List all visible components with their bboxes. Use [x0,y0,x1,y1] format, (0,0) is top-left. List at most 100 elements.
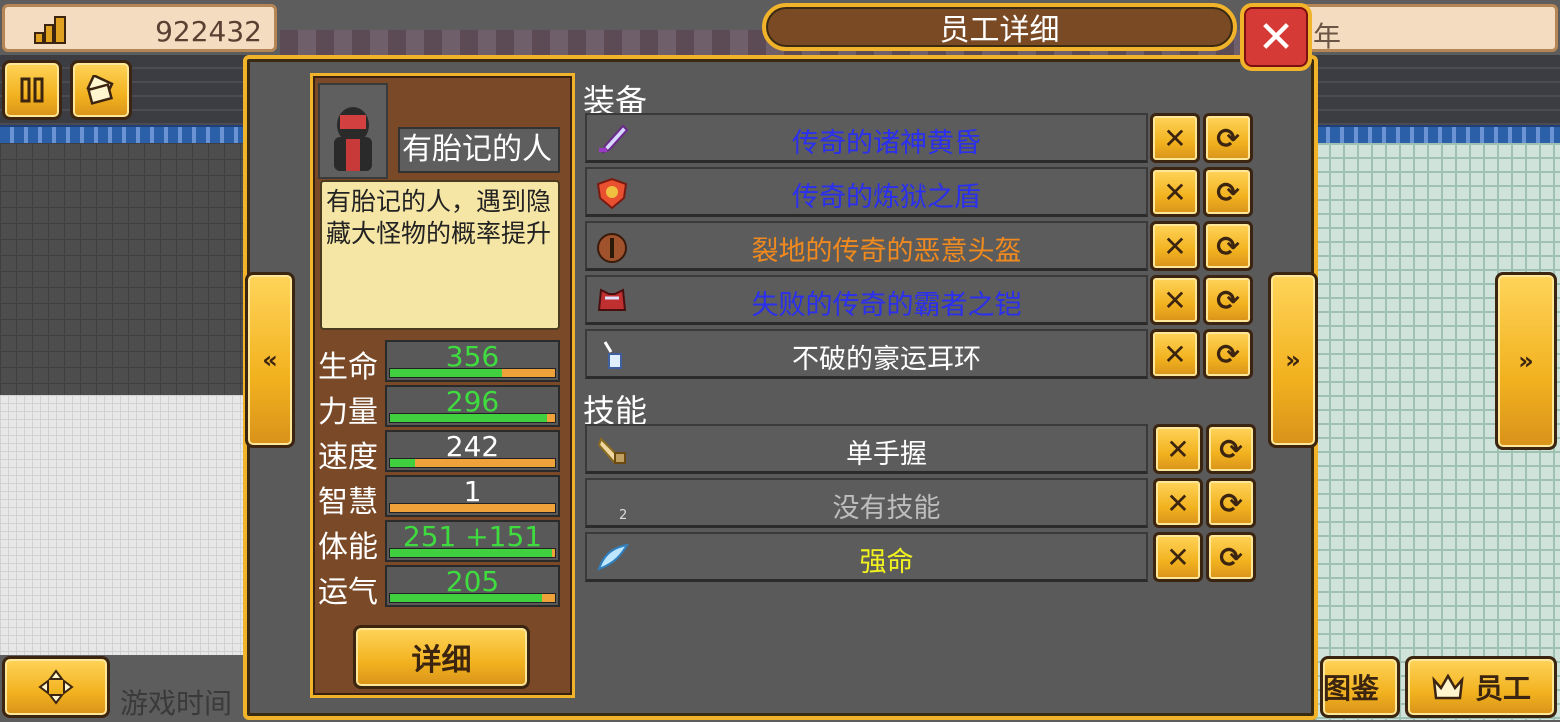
equipment-row-name: 失败的传奇的霸者之铠 [751,290,1022,321]
stat-fill [390,459,415,467]
swap-icon: ⟳ [1219,486,1243,520]
stat-label: 体能 [318,530,378,565]
stat-track [389,368,556,378]
wing-icon [597,543,629,571]
game-time-label: 游戏时间 [120,687,233,720]
equipment-row-name: 传奇的诸神黄昏 [792,128,981,159]
equipment-row-name: 不破的豪运耳环 [792,344,981,375]
equipment-row[interactable]: 传奇的炼狱之盾 [585,167,1148,217]
outer-next-button[interactable]: » [1495,272,1557,450]
hooded-figure-icon [334,107,372,171]
skill-row-name: 单手握 [846,439,927,470]
staff-button[interactable]: 员工 [1405,656,1557,718]
stat-label: 生命 [318,350,378,385]
close-icon: ✕ [1166,540,1190,574]
move-button[interactable] [2,656,110,718]
hand-grip-icon [597,437,626,465]
background-floor [0,143,245,395]
stat-bar: 356 [385,340,560,382]
skill-row[interactable]: 2 没有技能 [585,478,1148,528]
double-chevron-right-icon: » [1518,347,1534,375]
remove-button[interactable]: ✕ [1153,478,1203,528]
swap-icon: ⟳ [1216,175,1240,209]
double-chevron-right-icon: » [1285,346,1301,374]
swap-button[interactable]: ⟳ [1203,275,1253,325]
ticket-button[interactable] [70,60,132,120]
stat-label: 速度 [318,440,378,475]
stat-bar: 251 +151 [385,520,560,562]
armor-icon [597,288,627,311]
building-icon [34,16,66,44]
pause-icon [20,77,44,103]
swap-icon: ⟳ [1216,283,1240,317]
swap-button[interactable]: ⟳ [1203,113,1253,163]
remove-button[interactable]: ✕ [1150,167,1200,217]
equipment-row[interactable]: 裂地的传奇的恶意头盔 [585,221,1148,271]
stat-label: 运气 [318,575,378,610]
swap-button[interactable]: ⟳ [1203,167,1253,217]
stat-track [389,593,556,603]
stat-track [389,548,556,558]
earring-icon [603,341,622,369]
close-icon: ✕ [1166,432,1190,466]
equipment-row-name: 裂地的传奇的恶意头盔 [751,236,1022,267]
swap-button[interactable]: ⟳ [1203,221,1253,271]
crown-icon [1432,673,1464,700]
remove-button[interactable]: ✕ [1150,275,1200,325]
close-icon: ✕ [1163,175,1187,209]
close-button[interactable]: ✕ [1240,3,1312,71]
stat-label: 力量 [318,395,378,430]
detail-label: 详细 [411,643,472,678]
remove-button[interactable]: ✕ [1150,329,1200,379]
stat-fill [390,369,503,377]
character-portrait [318,83,388,179]
stat-bar: 205 [385,565,560,607]
close-icon: ✕ [1163,283,1187,317]
close-icon: ✕ [1163,337,1187,371]
close-icon: ✕ [1166,486,1190,520]
next-staff-button[interactable]: » [1268,272,1318,448]
remove-button[interactable]: ✕ [1153,424,1203,474]
swap-icon: ⟳ [1216,121,1240,155]
remove-button[interactable]: ✕ [1150,113,1200,163]
move-arrows-icon [38,669,74,705]
close-icon: ✕ [1163,121,1187,155]
swap-button[interactable]: ⟳ [1206,532,1256,582]
equipment-row[interactable]: 传奇的诸神黄昏 [585,113,1148,163]
swap-button[interactable]: ⟳ [1203,329,1253,379]
equipment-row-name: 传奇的炼狱之盾 [792,182,981,213]
swap-icon: ⟳ [1216,229,1240,263]
book-label: 图鉴 [1323,672,1380,705]
stat-label: 智慧 [318,485,378,520]
equipment-row[interactable]: 不破的豪运耳环 [585,329,1148,379]
stat-bar: 296 [385,385,560,427]
date-text: 年 [1313,20,1342,53]
prev-staff-button[interactable]: « [245,272,295,448]
stat-bar: 242 [385,430,560,472]
sword-icon [599,124,629,154]
swap-icon: ⟳ [1219,540,1243,574]
dialog-title-text: 员工详细 [939,13,1060,48]
helmet-icon [597,233,627,263]
swap-button[interactable]: ⟳ [1206,478,1256,528]
remove-button[interactable]: ✕ [1150,221,1200,271]
background-tiles-left [0,395,245,655]
stat-fill [390,594,542,602]
character-name: 有胎记的人 [398,127,560,173]
detail-button[interactable]: 详细 [353,625,530,689]
close-icon: ✕ [1163,229,1187,263]
staff-label: 员工 [1474,672,1531,705]
swap-button[interactable]: ⟳ [1206,424,1256,474]
skill-row[interactable]: 强命 [585,532,1148,582]
book-button[interactable]: 图鉴 [1320,656,1400,718]
date-bar: 年 [1290,4,1558,53]
money-value: 922432 [155,15,262,48]
stat-track [389,458,556,468]
skill-row[interactable]: 单手握 [585,424,1148,474]
stat-bar: 1 [385,475,560,517]
pause-button[interactable] [2,60,62,120]
stat-fill [390,414,547,422]
character-description: 有胎记的人，遇到隐藏大怪物的概率提升 [320,180,560,330]
remove-button[interactable]: ✕ [1153,532,1203,582]
equipment-row[interactable]: 失败的传奇的霸者之铠 [585,275,1148,325]
